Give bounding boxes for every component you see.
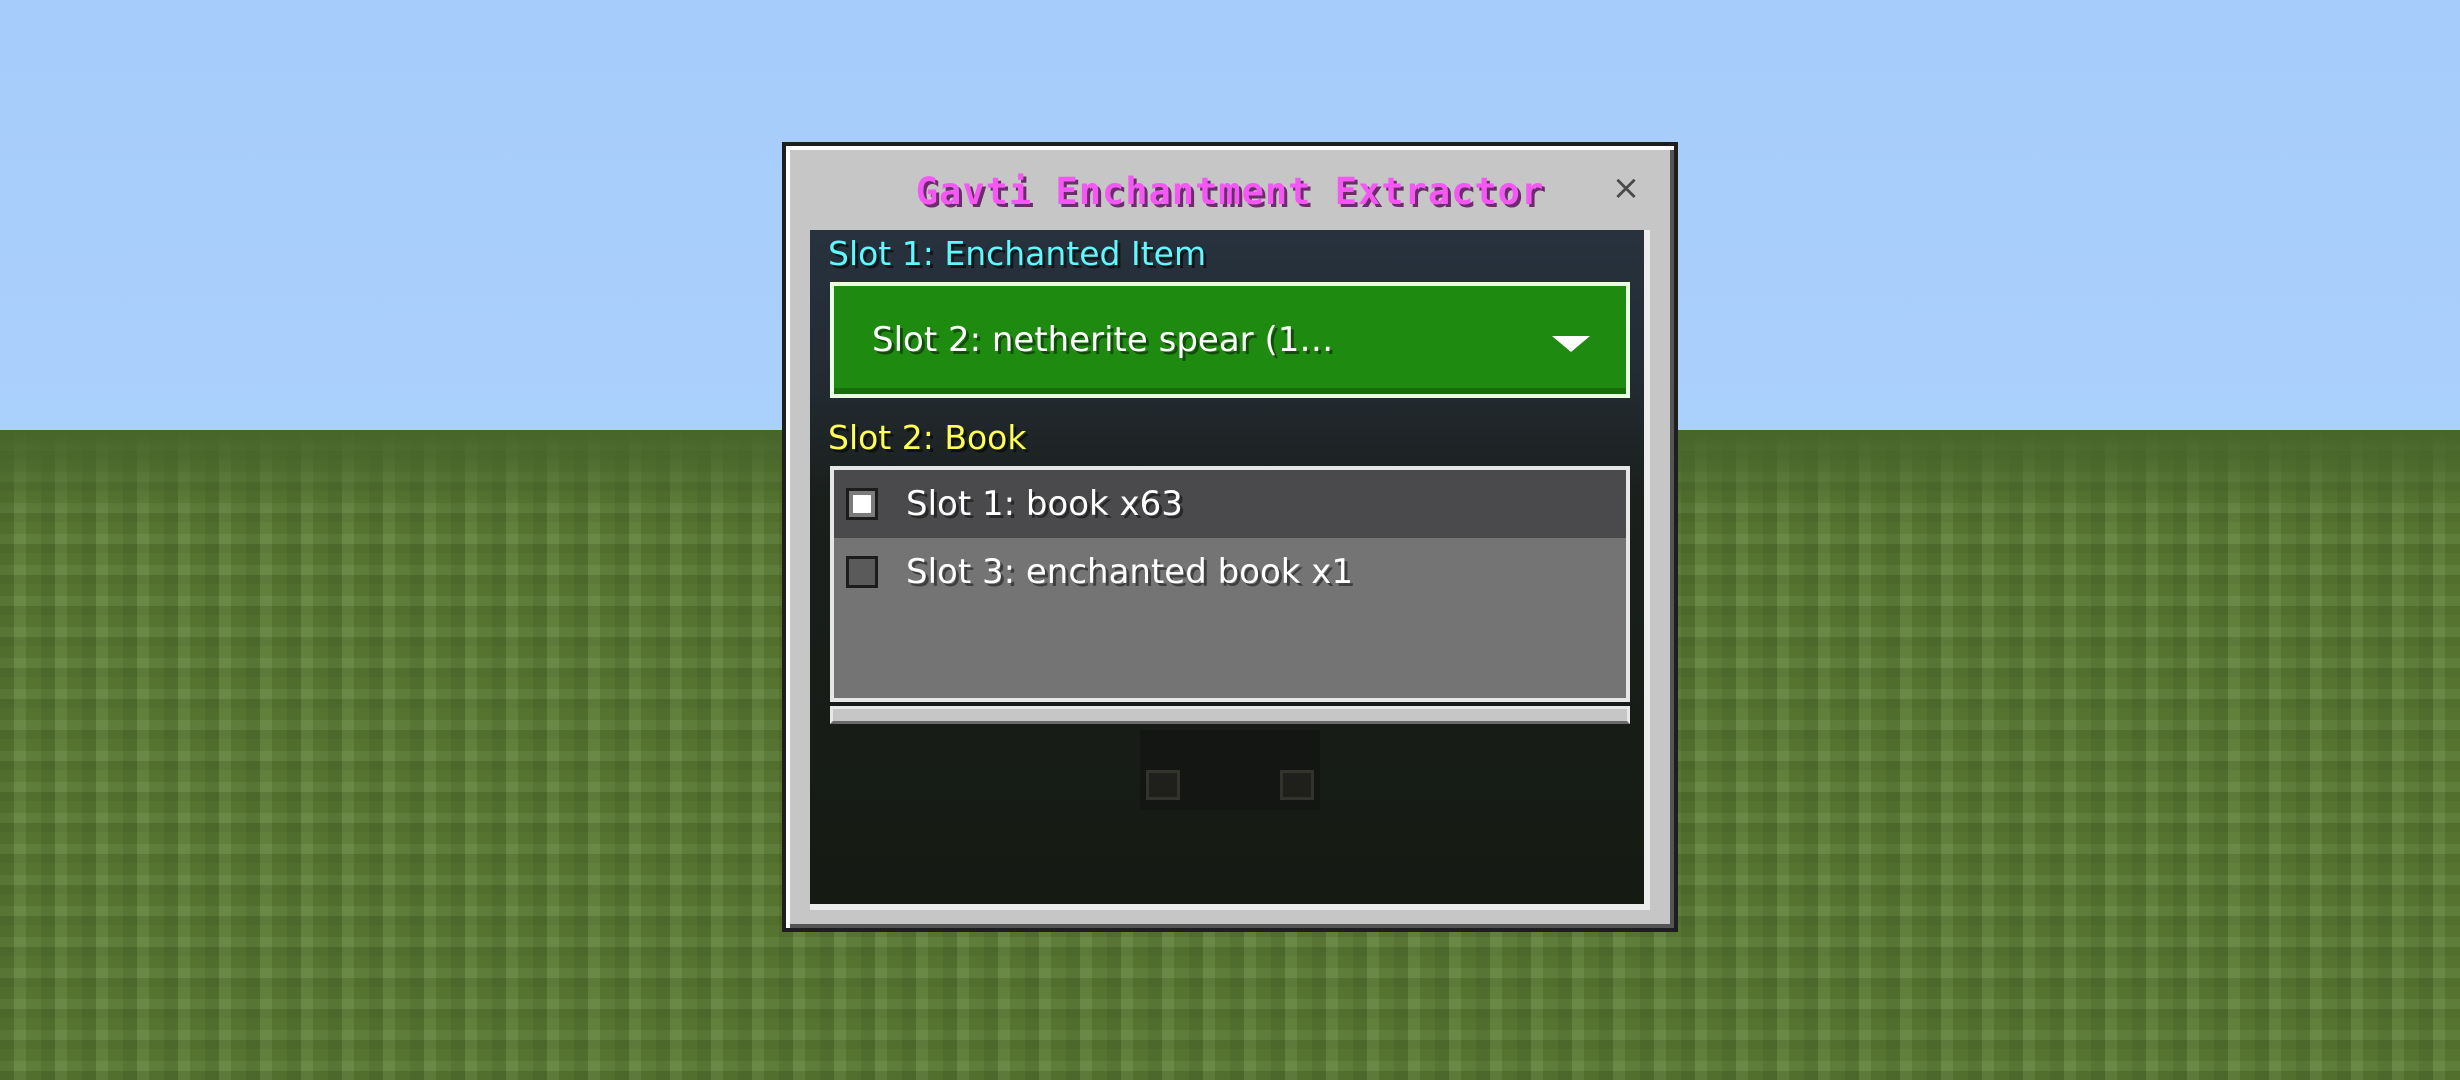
checkbox-unchecked[interactable] <box>846 556 878 588</box>
slot1-label: Slot 1: Enchanted Item <box>828 234 1207 273</box>
list-item-label: Slot 3: enchanted book x1 <box>906 552 1354 592</box>
dropdown-selected-value: Slot 2: netherite spear (1… <box>872 320 1334 360</box>
enchanted-item-dropdown[interactable]: Slot 2: netherite spear (1… <box>830 282 1630 398</box>
dialog-content-panel: Slot 1: Enchanted Item Slot 2: netherite… <box>810 230 1650 910</box>
chevron-down-icon <box>1552 336 1590 352</box>
background-block-figure <box>1140 730 1320 810</box>
checkbox-checked[interactable] <box>846 488 878 520</box>
list-item-book-slot-3[interactable]: Slot 3: enchanted book x1 <box>834 538 1626 606</box>
horizontal-scrollbar[interactable] <box>830 706 1630 724</box>
slot2-label: Slot 2: Book <box>828 418 1027 457</box>
enchantment-extractor-dialog: Gavti Enchantment Extractor × Slot 1: En… <box>782 142 1678 932</box>
close-icon[interactable]: × <box>1606 168 1646 208</box>
list-item-book-slot-1[interactable]: Slot 1: book x63 <box>834 470 1626 538</box>
book-slot-list: Slot 1: book x63 Slot 3: enchanted book … <box>830 466 1630 702</box>
game-scene: Gavti Enchantment Extractor × Slot 1: En… <box>0 0 2460 1080</box>
list-item-label: Slot 1: book x63 <box>906 484 1183 524</box>
dialog-title: Gavti Enchantment Extractor <box>915 170 1545 213</box>
